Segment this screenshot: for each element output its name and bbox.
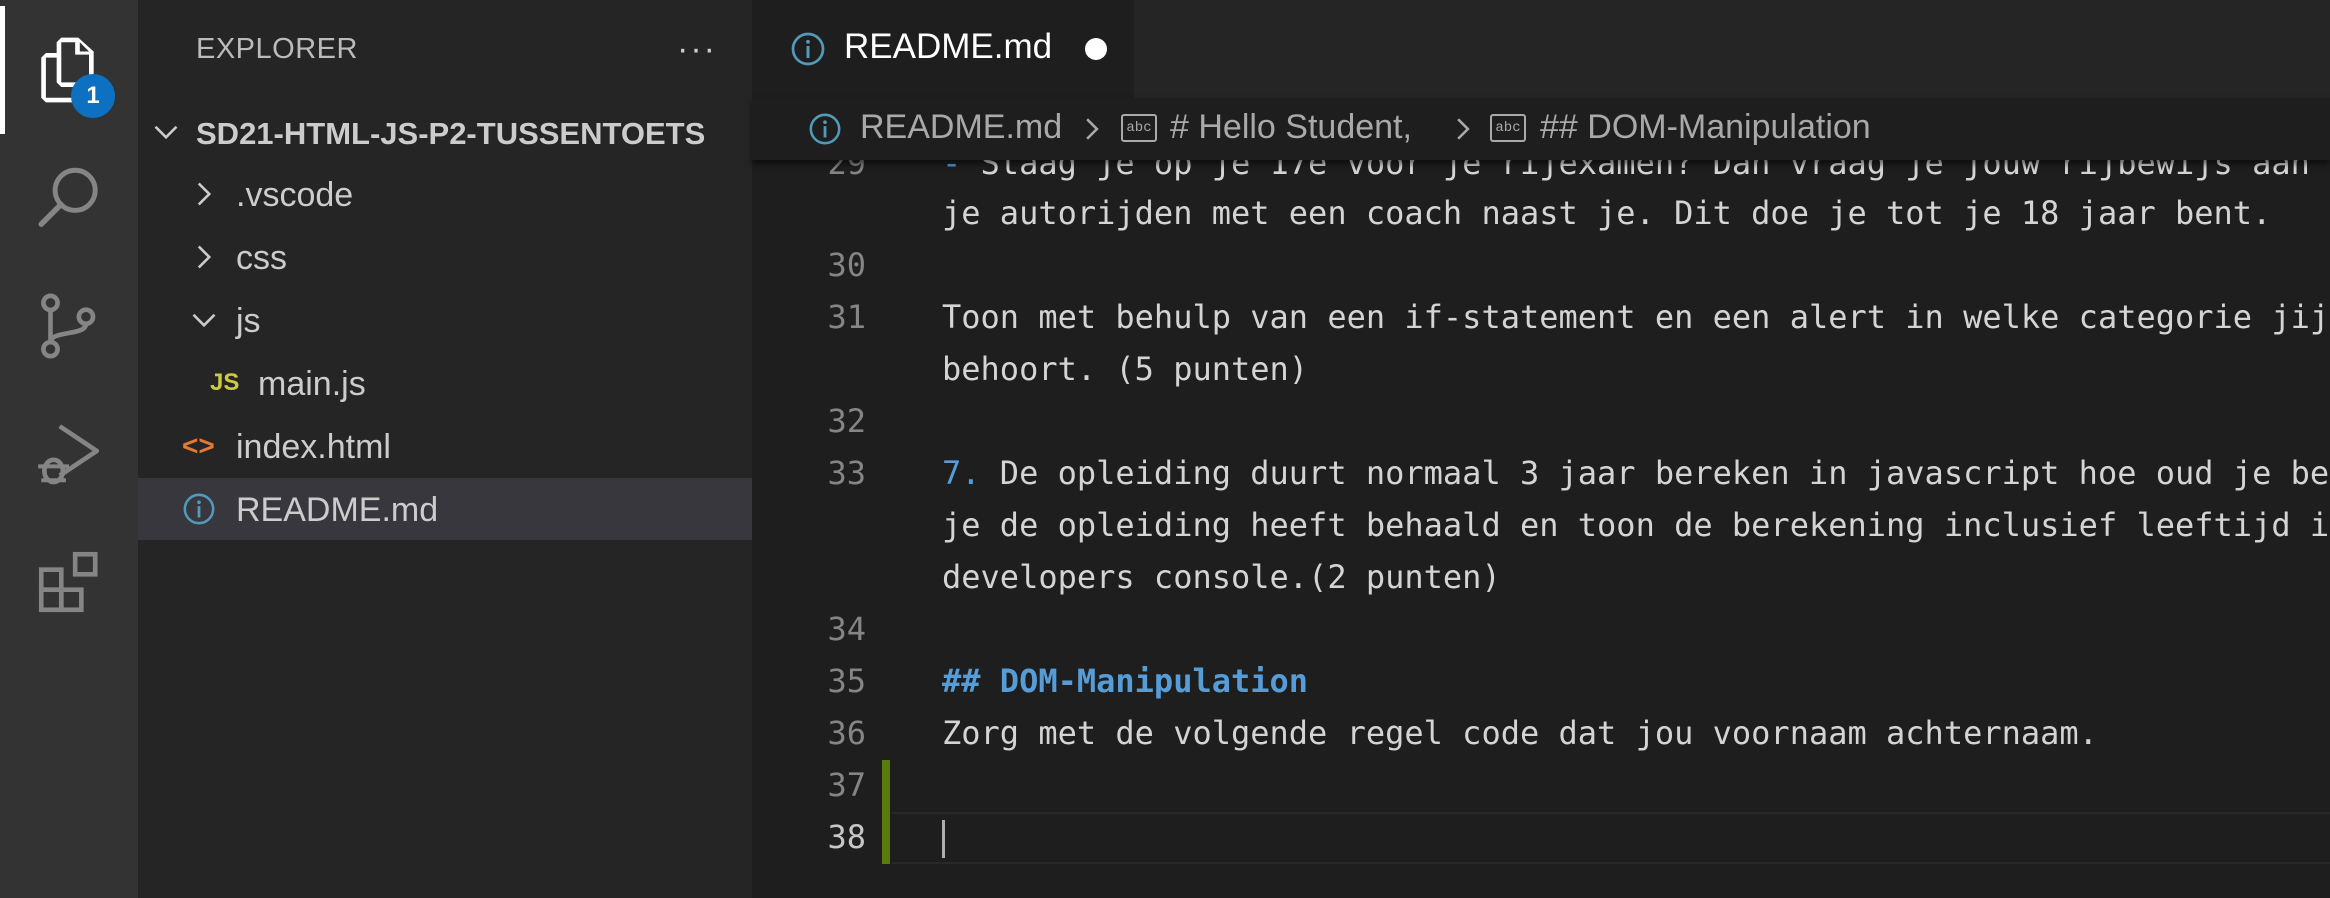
line-content: De opleiding duurt normaal 3 jaar bereke… bbox=[980, 454, 2330, 492]
workspace-folder-header[interactable]: SD21-HTML-JS-P2-TUSSENTOETS bbox=[138, 106, 752, 156]
code-line: behoort. (5 punten) bbox=[752, 344, 2330, 396]
chevron-right-icon bbox=[197, 182, 212, 206]
editor-area: README.md README.md abc # Hello Student,… bbox=[752, 0, 2330, 898]
chevron-right-icon bbox=[1457, 118, 1470, 140]
code-editor[interactable]: 29 - Staag je op je 17e voor je rijexame… bbox=[752, 160, 2330, 898]
string-symbol-icon: abc bbox=[1490, 114, 1526, 142]
workspace-folder-name: SD21-HTML-JS-P2-TUSSENTOETS bbox=[196, 116, 706, 151]
breadcrumb: README.md abc # Hello Student, abc ## DO… bbox=[752, 98, 2330, 160]
gutter-modified-indicator bbox=[882, 760, 890, 812]
line-text: 7. De opleiding duurt normaal 3 jaar ber… bbox=[942, 454, 2330, 492]
unsaved-dot-icon[interactable] bbox=[1085, 38, 1107, 60]
explorer-title: EXPLORER bbox=[196, 33, 358, 65]
tree-item-readme[interactable]: README.md bbox=[138, 478, 752, 540]
code-line: 34 bbox=[752, 604, 2330, 656]
info-icon bbox=[791, 32, 825, 66]
line-number: 37 bbox=[827, 766, 866, 804]
chevron-right-icon bbox=[1086, 118, 1099, 140]
explorer-badge: 1 bbox=[71, 74, 115, 118]
line-number: 34 bbox=[827, 610, 866, 648]
list-marker: 7. bbox=[942, 454, 981, 492]
editor-tab-bar: README.md bbox=[752, 0, 2330, 98]
tab-readme[interactable]: README.md bbox=[752, 0, 1134, 98]
gutter-modified-indicator bbox=[882, 812, 890, 864]
info-icon bbox=[183, 493, 215, 525]
text-cursor bbox=[942, 820, 945, 858]
line-text: developers console.(2 punten) bbox=[942, 558, 1501, 596]
code-line: 30 bbox=[752, 240, 2330, 292]
line-number: 29 bbox=[827, 160, 866, 182]
line-text: je de opleiding heeft behaald en toon de… bbox=[942, 506, 2330, 544]
chevron-down-icon bbox=[192, 313, 216, 328]
list-marker: - bbox=[942, 160, 981, 182]
js-file-icon: JS bbox=[210, 369, 240, 396]
line-number: 32 bbox=[827, 402, 866, 440]
code-line: je de opleiding heeft behaald en toon de… bbox=[752, 500, 2330, 552]
line-number: 38 bbox=[827, 818, 866, 856]
tree-item-label: README.md bbox=[236, 491, 439, 529]
run-debug-icon bbox=[38, 424, 100, 485]
explorer-activity-button[interactable]: 1 bbox=[0, 6, 138, 134]
line-number: 30 bbox=[827, 246, 866, 284]
line-number: 31 bbox=[827, 298, 866, 336]
code-line: 37 bbox=[752, 760, 2330, 812]
code-line-current: 38 bbox=[752, 812, 2330, 864]
code-line: 36 Zorg met de volgende regel code dat j… bbox=[752, 708, 2330, 760]
tree-item-label: js bbox=[236, 302, 261, 340]
activity-bar: 1 bbox=[0, 0, 138, 898]
tree-item-main-js[interactable]: JS main.js bbox=[138, 352, 752, 414]
code-line: developers console.(2 punten) bbox=[752, 552, 2330, 604]
info-icon bbox=[809, 113, 841, 145]
run-debug-activity-button[interactable] bbox=[0, 390, 138, 518]
code-line: 32 bbox=[752, 396, 2330, 448]
markdown-heading: ## DOM-Manipulation bbox=[942, 662, 1309, 700]
tree-item-index-html[interactable]: <> index.html bbox=[138, 415, 752, 477]
extensions-icon bbox=[38, 551, 98, 613]
tree-item-label: .vscode bbox=[236, 176, 354, 214]
extensions-activity-button[interactable] bbox=[0, 518, 138, 646]
tree-item-vscode[interactable]: .vscode bbox=[138, 163, 752, 225]
code-line: 31 Toon met behulp van een if-statement … bbox=[752, 292, 2330, 344]
tree-item-js[interactable]: js bbox=[138, 289, 752, 351]
chevron-right-icon bbox=[197, 245, 212, 269]
source-control-activity-button[interactable] bbox=[0, 262, 138, 390]
tree-item-label: index.html bbox=[236, 428, 391, 466]
explorer-sidebar: EXPLORER ··· SD21-HTML-JS-P2-TUSSENTOETS… bbox=[138, 0, 752, 898]
search-activity-button[interactable] bbox=[0, 134, 138, 262]
line-number: 35 bbox=[827, 662, 866, 700]
line-text: - Staag je op je 17e voor je rijexamen? … bbox=[942, 160, 2310, 182]
line-text: Zorg met de volgende regel code dat jou … bbox=[942, 714, 2098, 752]
code-line: je autorijden met een coach naast je. Di… bbox=[752, 188, 2330, 240]
string-symbol-icon: abc bbox=[1121, 114, 1157, 142]
explorer-header: EXPLORER ··· bbox=[138, 0, 752, 98]
code-line: 35 ## DOM-Manipulation bbox=[752, 656, 2330, 708]
code-line: 33 7. De opleiding duurt normaal 3 jaar … bbox=[752, 448, 2330, 500]
current-line-highlight bbox=[892, 812, 2330, 864]
chevron-down-icon bbox=[154, 125, 178, 140]
source-control-icon bbox=[41, 293, 96, 359]
line-text: behoort. (5 punten) bbox=[942, 350, 1309, 388]
code-line: 29 - Staag je op je 17e voor je rijexame… bbox=[752, 160, 2330, 190]
breadcrumb-symbol-heading2[interactable]: ## DOM-Manipulation bbox=[1540, 108, 1871, 147]
breadcrumb-symbol-heading1[interactable]: # Hello Student, bbox=[1170, 108, 1412, 147]
breadcrumb-file[interactable]: README.md bbox=[860, 108, 1062, 147]
tree-item-label: css bbox=[236, 239, 287, 277]
tree-item-css[interactable]: css bbox=[138, 226, 752, 288]
html-file-icon: <> bbox=[182, 430, 215, 461]
line-number: 36 bbox=[827, 714, 866, 752]
tab-label: README.md bbox=[844, 27, 1053, 66]
more-actions-icon[interactable]: ··· bbox=[664, 24, 730, 74]
line-content: Staag je op je 17e voor je rijexamen? Da… bbox=[980, 160, 2310, 182]
line-text: Toon met behulp van een if-statement en … bbox=[942, 298, 2330, 336]
line-text: je autorijden met een coach naast je. Di… bbox=[942, 194, 2272, 232]
search-icon bbox=[38, 167, 98, 227]
tree-item-label: main.js bbox=[258, 365, 366, 403]
line-number: 33 bbox=[827, 454, 866, 492]
